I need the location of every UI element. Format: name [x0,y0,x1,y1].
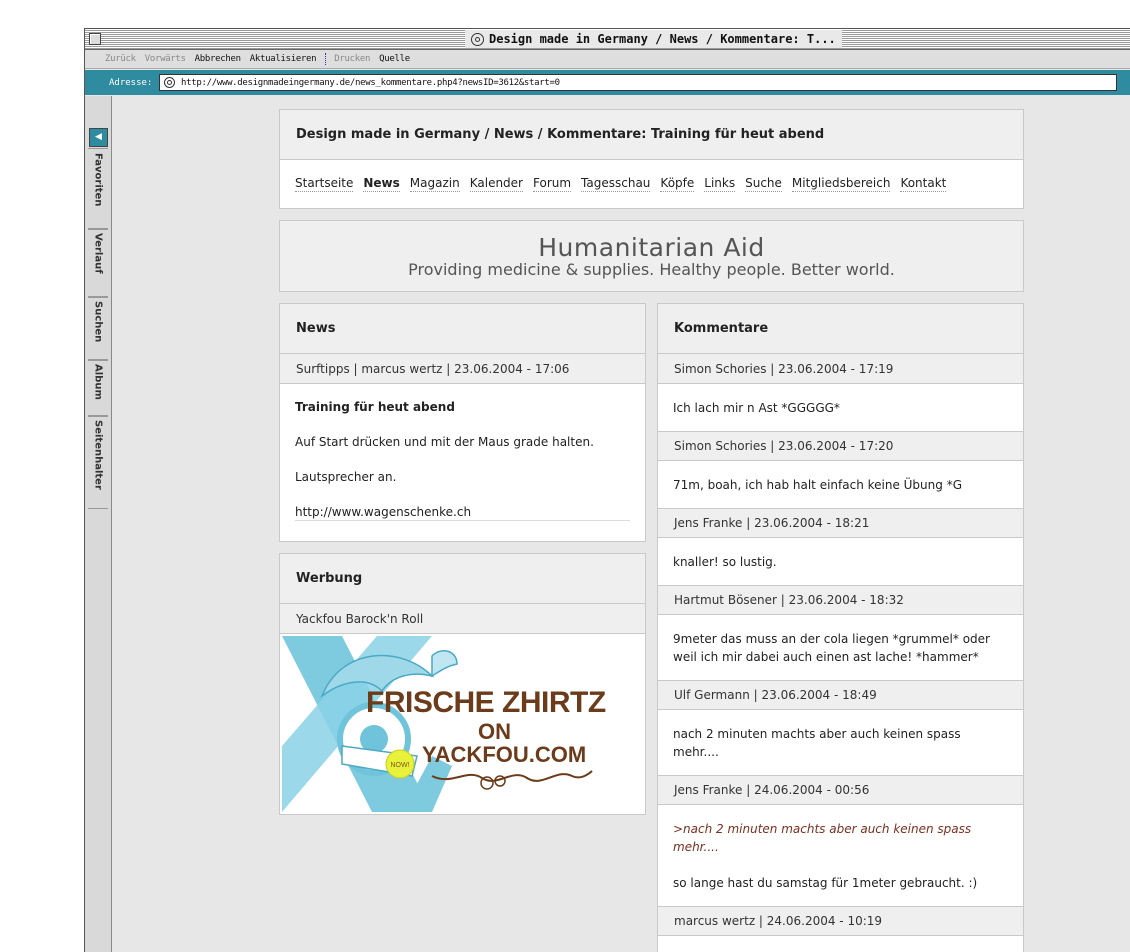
comment-meta: Hartmut Bösener | 23.06.2004 - 18:32 [658,585,1023,615]
stop-button[interactable]: Abbrechen [195,54,241,64]
news-title: Training für heut abend [295,400,455,414]
sidebar-tab-album[interactable]: Album [88,359,108,417]
comment-body: 71m, boah, ich hab halt einfach keine Üb… [658,461,1023,508]
comment-text: so lange hast du samstag für 1meter gebr… [673,876,978,890]
banner-graphic: NOW! FRISCHE ZHIRTZ ON YACKFOU.COM [282,636,606,812]
toolbar-separator [325,53,328,65]
comment-meta: Ulf Germann | 23.06.2004 - 18:49 [658,680,1023,710]
news-panel: News Surftipps | marcus wertz | 23.06.20… [279,303,646,542]
page-content: Design made in Germany / News / Kommenta… [112,96,1130,952]
news-heading: News [280,304,645,354]
comment-text: Ich lach mir n Ast *GGGGG* [673,401,840,415]
now-badge-text: NOW! [390,762,409,769]
page-title: Design made in Germany / News / Kommenta… [280,110,1023,160]
banner-line1: FRISCHE ZHIRTZ [366,686,606,719]
comment-text: nach 2 minuten machts aber auch keinen s… [673,727,961,759]
werbung-heading: Werbung [280,554,645,604]
news-link[interactable]: http://www.wagenschenke.ch [295,505,630,521]
sidebar-toggle-button[interactable]: ◀ [89,128,108,147]
url-text[interactable]: http://www.designmadeingermany.de/news_k… [181,78,560,88]
address-label: Adresse: [109,77,153,88]
main-nav: Startseite News Magazin Kalender Forum Tagess… [280,160,1023,208]
werbung-meta: Yackfou Barock'n Roll [280,604,645,634]
comment-body: knaller! so lustig. [658,538,1023,585]
comment-body: Ich lach mir n Ast *GGGGG* [658,384,1023,431]
browser-toolbar: Zurück Vorwärts Abbrechen Aktualisieren … [85,50,1130,69]
comment-text: 71m, boah, ich hab halt einfach keine Üb… [673,478,962,492]
ad-headline: Humanitarian Aid [538,233,765,262]
sidebar-tab-verlauf[interactable]: Verlauf [88,228,108,298]
view-source-button[interactable]: Quelle [379,54,410,64]
nav-link-k-pfe[interactable]: Köpfe [660,176,695,192]
comment-meta: marcus wertz | 24.06.2004 - 10:19 [658,906,1023,936]
close-box[interactable] [89,33,101,45]
comments-list: Simon Schories | 23.06.2004 - 17:19 Ich l… [658,354,1023,952]
nav-link-suche[interactable]: Suche [745,176,782,192]
back-button[interactable]: Zurück [105,54,136,64]
sidebar-tab-favoriten[interactable]: Favoriten [88,148,108,230]
nav-link-news[interactable]: News [363,176,400,192]
browser-window: Design made in Germany / News / Kommenta… [84,28,1130,952]
kommentare-heading: Kommentare [658,304,1023,354]
ad-tagline: Providing medicine & supplies. Healthy p… [408,260,895,279]
sidebar-tab-suchen[interactable]: Suchen [88,296,108,361]
ad-banner[interactable]: Humanitarian Aid Providing medicine & su… [279,220,1024,292]
site-header-panel: Design made in Germany / News / Kommenta… [279,109,1024,209]
comment-meta: Simon Schories | 23.06.2004 - 17:19 [658,354,1023,384]
forward-button[interactable]: Vorwärts [145,54,186,64]
window-title-text: Design made in Germany / News / Kommenta… [489,32,836,46]
news-meta: Surftipps | marcus wertz | 23.06.2004 - … [280,354,645,384]
nav-link-kontakt[interactable]: Kontakt [900,176,947,192]
werbung-panel: Werbung Yackfou Barock'n Roll NOW! FRISC… [279,553,646,815]
nav-link-mitgliedsbereich[interactable]: Mitgliedsbereich [791,176,891,192]
explorer-sidebar: ◀ Favoriten Verlauf Suchen Album Seitenh… [85,96,112,952]
comment-text: 9meter das muss an der cola liegen *grum… [673,632,990,664]
title-bar[interactable]: Design made in Germany / News / Kommenta… [85,29,1130,50]
comment-text: knaller! so lustig. [673,555,777,569]
sidebar-tab-seitenhalter[interactable]: Seitenhalter [88,415,108,509]
site-globe-icon [164,77,175,88]
frische-shirts-banner[interactable]: NOW! FRISCHE ZHIRTZ ON YACKFOU.COM [282,636,644,812]
comment-meta: Jens Franke | 24.06.2004 - 00:56 [658,775,1023,805]
comment-meta: Simon Schories | 23.06.2004 - 17:20 [658,431,1023,461]
news-link-wrap: http://www.wagenschenke.ch [280,484,645,521]
comment-quote: >nach 2 minuten machts aber auch keinen … [673,822,972,854]
globe-icon [471,32,484,46]
nav-link-startseite[interactable]: Startseite [295,176,354,192]
news-paragraph: Lautsprecher an. [295,470,397,484]
refresh-button[interactable]: Aktualisieren [250,54,317,64]
comment-body: 9meter das muss an der cola liegen *grum… [658,615,1023,680]
comment-body: gut, dass ich trainiert hab. [658,936,1023,952]
address-bar: Adresse: http://www.designmadeingermany.… [85,70,1130,95]
nav-link-magazin[interactable]: Magazin [409,176,460,192]
print-button[interactable]: Drucken [334,54,370,64]
url-input[interactable]: http://www.designmadeingermany.de/news_k… [159,74,1117,91]
nav-link-tagesschau[interactable]: Tagesschau [581,176,651,192]
comment-body: nach 2 minuten machts aber auch keinen s… [658,710,1023,775]
news-paragraph: Auf Start drücken und mit der Maus grade… [295,435,594,449]
window-title: Design made in Germany / News / Kommenta… [465,30,842,48]
nav-link-kalender[interactable]: Kalender [469,176,523,192]
nav-link-links[interactable]: Links [704,176,736,192]
banner-flourish [431,770,593,782]
nav-link-forum[interactable]: Forum [533,176,572,192]
comment-body: >nach 2 minuten machts aber auch keinen … [658,805,1023,906]
comment-meta: Jens Franke | 23.06.2004 - 18:21 [658,508,1023,538]
kommentare-panel: Kommentare Simon Schories | 23.06.2004 -… [657,303,1024,952]
banner-line2: ON [478,719,511,744]
banner-line3: YACKFOU.COM [422,742,586,767]
